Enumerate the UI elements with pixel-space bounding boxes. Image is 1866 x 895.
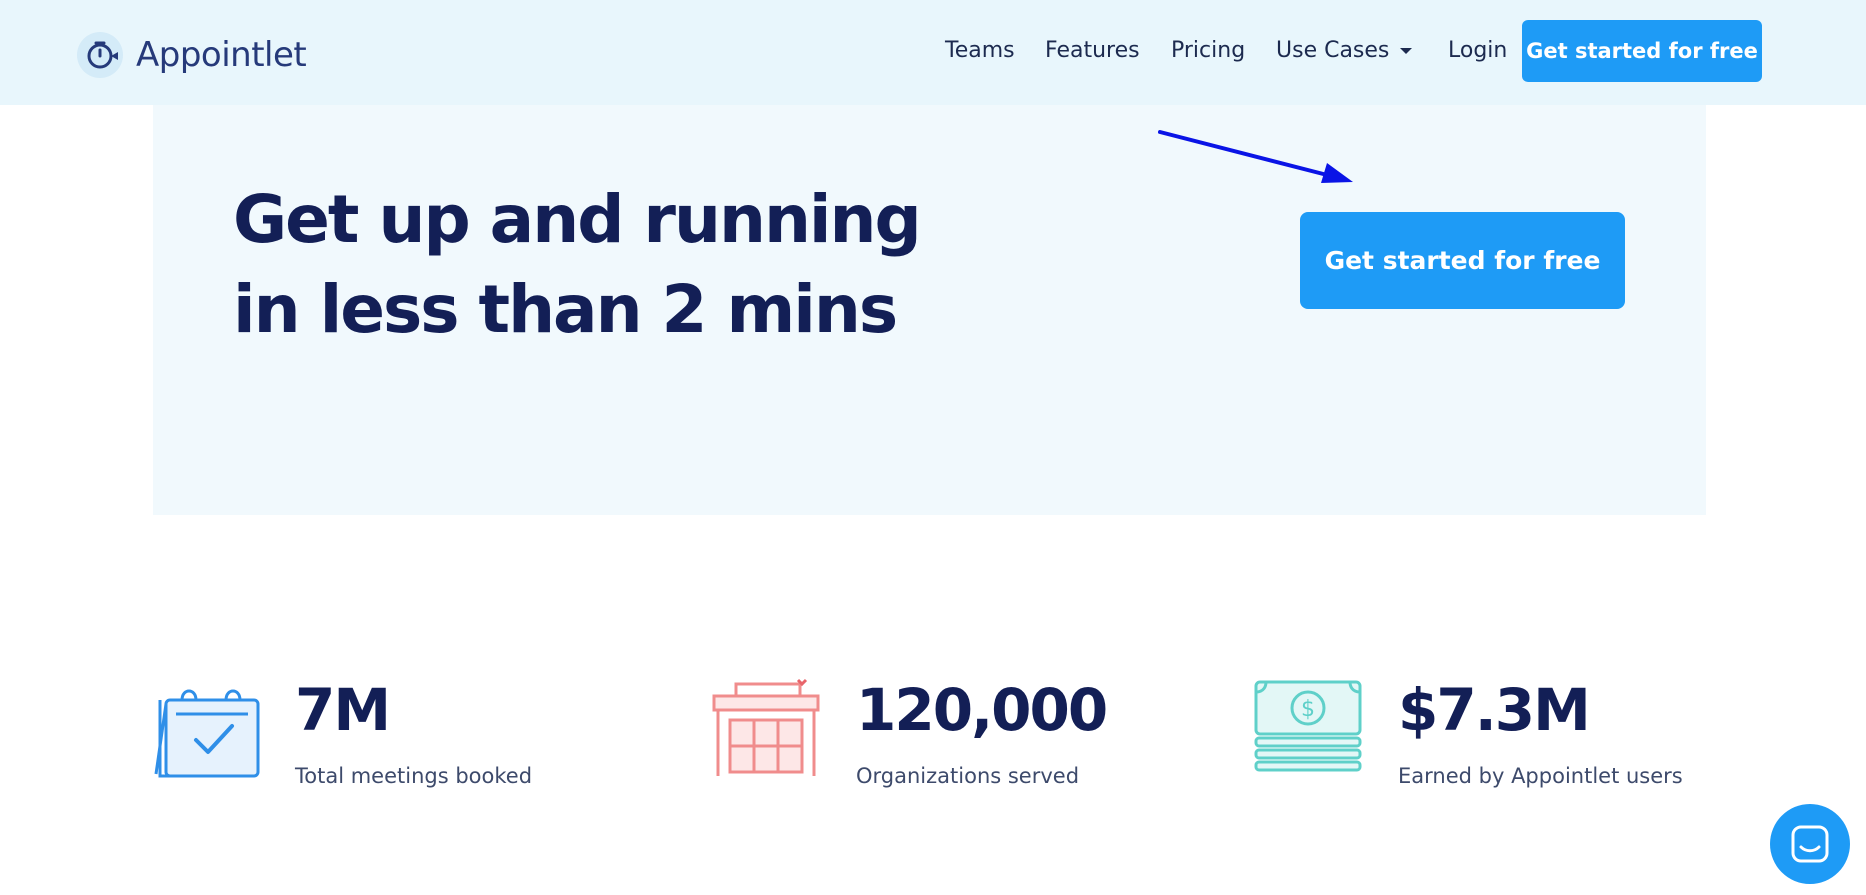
building-icon [712, 678, 820, 776]
chat-icon [1791, 825, 1829, 863]
nav-login-link[interactable]: Login [1448, 20, 1507, 82]
caret-down-icon [1400, 48, 1413, 54]
annotation-arrow-icon [1158, 130, 1353, 183]
stat-meetings-value: 7M [295, 676, 391, 744]
chat-launcher-button[interactable] [1770, 804, 1850, 884]
nav-teams-link[interactable]: Teams [945, 20, 1015, 82]
nav-pricing-link[interactable]: Pricing [1171, 20, 1245, 82]
stat-earnings-label: Earned by Appointlet users [1398, 764, 1683, 788]
nav-use-cases-dropdown[interactable]: Use Cases [1276, 20, 1413, 82]
hero-heading-line-2: in less than 2 mins [233, 271, 898, 348]
stat-organizations-label: Organizations served [856, 764, 1080, 788]
hero-heading-line-1: Get up and running [233, 181, 922, 258]
money-stack-icon: $ [1254, 680, 1362, 772]
header-get-started-button[interactable]: Get started for free [1522, 20, 1762, 82]
brand-logo[interactable]: Appointlet [76, 30, 307, 80]
hero-section: Get up and running in less than 2 mins G… [153, 105, 1706, 515]
hero-heading: Get up and running in less than 2 mins [233, 175, 933, 355]
stat-earnings-value: $7.3M [1398, 676, 1591, 744]
brand-name: Appointlet [136, 35, 307, 75]
svg-text:$: $ [1301, 697, 1315, 722]
hero-get-started-button[interactable]: Get started for free [1300, 212, 1625, 309]
nav-features-link[interactable]: Features [1045, 20, 1140, 82]
nav-use-cases-label: Use Cases [1276, 38, 1390, 63]
top-navigation-bar: Appointlet Teams Features Pricing Use Ca… [0, 0, 1866, 105]
stat-meetings-label: Total meetings booked [295, 764, 533, 788]
calendar-check-icon [154, 689, 260, 778]
clock-bird-logo-icon [77, 32, 123, 78]
stat-organizations-value: 120,000 [856, 676, 1108, 744]
